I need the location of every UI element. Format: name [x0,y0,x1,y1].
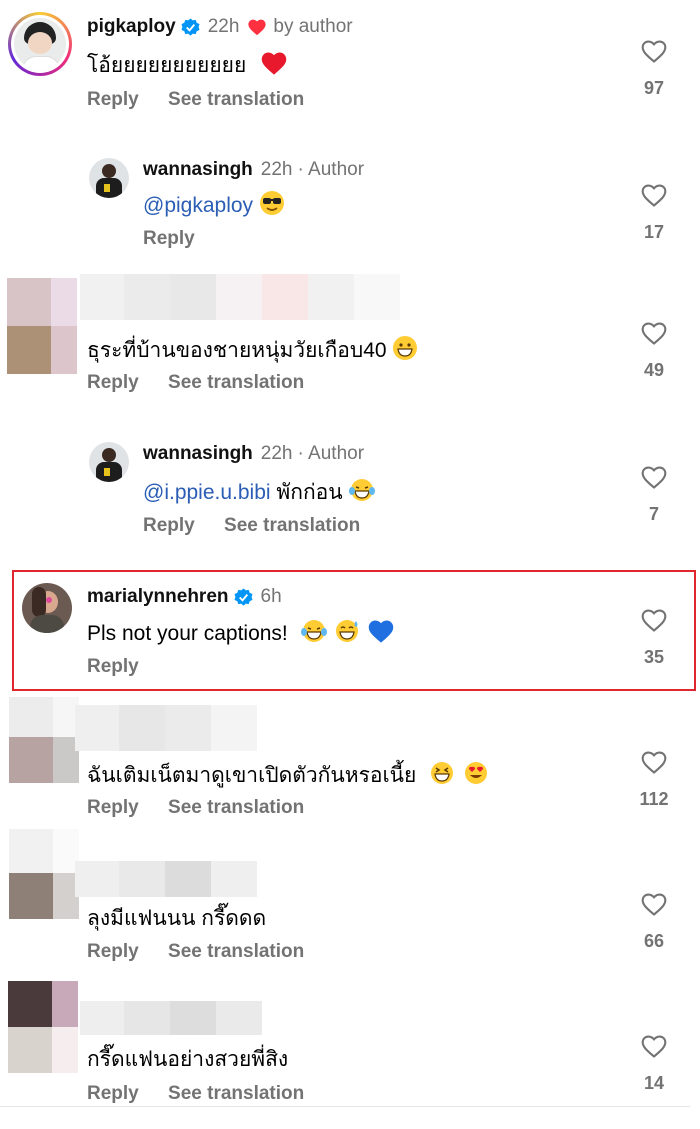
like-count: 7 [648,504,659,524]
avatar-blurred[interactable] [9,697,79,793]
reply-button[interactable]: Reply [87,941,139,962]
bottom-divider [0,1106,690,1107]
comment-text: ธุระที่บ้านของชายหนุ่มวัยเกือบ40 [87,339,387,362]
grinning-emoji-icon [393,336,418,360]
comment-reply-wannasingh-1: wannasingh 22h · Author @pigkaploy Reply… [0,150,700,270]
comment-text: ลุงมีแฟนนน กรี๊ดดด [87,907,267,930]
sweat-smile-emoji-icon [336,620,359,642]
heart-outline-icon[interactable] [640,749,668,775]
reply-button[interactable]: Reply [143,515,195,536]
comment-blurred-3: ลุงมีแฟนนน กรี๊ดดด Reply See translation… [0,829,700,969]
avatar-blurred[interactable] [9,829,79,925]
comment-blurred-1: ธุระที่บ้านของชายหนุ่มวัยเกือบ40 Reply S… [0,274,700,414]
mention-link[interactable]: @i.ppie.u.bibi [143,481,271,504]
heart-outline-icon[interactable] [640,320,668,346]
avatar-wannasingh[interactable] [89,442,129,482]
avatar-marialynnehren[interactable] [22,583,72,633]
heart-outline-icon[interactable] [640,464,668,490]
avatar-wannasingh[interactable] [89,158,129,198]
reply-button[interactable]: Reply [87,372,139,393]
avatar-blurred[interactable] [8,981,78,1077]
username-blurred [80,1001,262,1035]
reply-button[interactable]: Reply [143,228,195,249]
blue-heart-emoji-icon [369,620,394,643]
username-blurred [75,861,257,897]
see-translation-button[interactable]: See translation [168,797,304,818]
see-translation-button[interactable]: See translation [168,372,304,393]
reply-button[interactable]: Reply [87,1083,139,1104]
username-blurred [75,705,257,751]
timestamp: 22h [260,443,293,464]
comment-text: พักก่อน [270,481,343,504]
heart-eyes-emoji-icon [465,762,487,784]
see-translation-button[interactable]: See translation [224,515,360,536]
comment-pigkaploy: pigkaploy 22h by author โอ้ยยยยยยยยยยย R… [0,0,700,130]
comment-text: โอ้ยยยยยยยยยยย [87,54,247,77]
reply-button[interactable]: Reply [87,656,139,677]
like-count: 49 [643,360,665,380]
tears-of-joy-emoji-icon [300,620,327,642]
reply-button[interactable]: Reply [87,89,139,110]
author-tag: · Author [297,443,365,464]
username[interactable]: marialynnehren [87,586,229,608]
see-translation-button[interactable]: See translation [168,89,304,110]
username[interactable]: wannasingh [143,159,253,181]
reply-button[interactable]: Reply [87,797,139,818]
liked-by-author-label: by author [273,16,353,37]
see-translation-button[interactable]: See translation [168,941,304,962]
like-count: 112 [639,789,669,809]
author-tag: · Author [297,159,365,180]
like-count: 14 [643,1073,665,1093]
comment-text: ฉันเติมเน็ตมาดูเขาเปิดตัวกันหรอเนี้ย [87,764,417,787]
comment-reply-wannasingh-2: wannasingh 22h · Author @i.ppie.u.bibi พ… [0,434,700,554]
sunglasses-emoji-icon [259,191,284,215]
like-count: 17 [643,222,665,242]
heart-outline-icon[interactable] [640,891,668,917]
like-count: 66 [643,931,665,951]
heart-outline-icon[interactable] [640,182,668,208]
comment-text: Pls not your captions! [87,622,288,645]
like-count: 35 [643,647,665,667]
avatar-blurred[interactable] [7,278,77,374]
timestamp: 6h [260,586,282,607]
heart-outline-icon[interactable] [640,607,668,633]
mention-link[interactable]: @pigkaploy [143,194,253,217]
heart-filled-icon [248,19,266,36]
laughing-emoji-icon [431,762,454,784]
heart-outline-icon[interactable] [640,38,668,64]
username[interactable]: wannasingh [143,443,253,465]
username-blurred [80,274,400,320]
comment-blurred-4: กรี๊ดแฟนอย่างสวยพี่สิง Reply See transla… [0,971,700,1111]
verified-badge-icon [233,587,253,606]
timestamp: 22h [260,159,293,180]
timestamp: 22h [207,16,240,37]
comment-blurred-2: ฉันเติมเน็ตมาดูเขาเปิดตัวกันหรอเนี้ย Rep… [0,697,700,827]
verified-badge-icon [181,17,200,36]
heart-outline-icon[interactable] [640,1033,668,1059]
like-count: 97 [643,78,665,98]
comment-text: กรี๊ดแฟนอย่างสวยพี่สิง [87,1048,289,1071]
red-heart-emoji-icon [261,52,287,75]
username[interactable]: pigkaploy [87,16,176,38]
see-translation-button[interactable]: See translation [168,1083,304,1104]
tears-of-joy-emoji-icon [349,479,376,501]
comment-marialynnehren: marialynnehren 6h Pls not your captions!… [0,575,700,691]
avatar-pigkaploy[interactable] [8,12,72,76]
